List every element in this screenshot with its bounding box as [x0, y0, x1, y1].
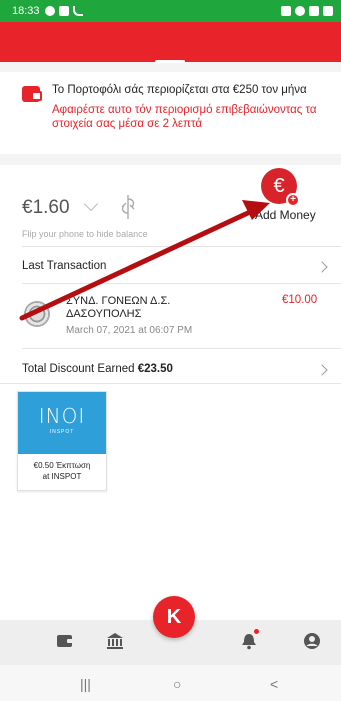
wifi-icon [295, 6, 305, 16]
home-button[interactable]: ○ [173, 676, 181, 692]
notification-icons [44, 6, 83, 16]
merchant-name-line2: ΔΑΣΟΥΠΟΛΗΣ [66, 308, 142, 320]
app-header [0, 22, 341, 63]
pay-button[interactable]: K [153, 596, 195, 638]
banner-warning[interactable]: Αφαιρέστε αυτο τόν περιορισμό επιβεβαιών… [52, 103, 337, 131]
banner-title: Το Πορτοφόλι σάς περιορίζεται στα €250 τ… [52, 84, 307, 96]
transaction-amount: €10.00 [282, 294, 318, 306]
add-money-button[interactable]: € + [261, 168, 300, 207]
discount-value: €23.50 [137, 363, 173, 375]
wallet-icon [22, 86, 42, 102]
coupon-line2: at INSPOT [42, 472, 82, 481]
total-discount-row[interactable]: Total Discount Earned €23.50 [22, 363, 173, 375]
bank-icon[interactable] [106, 632, 124, 650]
merchant-name-line1: ΣΥΝΔ. ΓΟΝΕΩΝ Δ.Σ. [66, 295, 171, 307]
divider [0, 383, 341, 384]
merchant-logo [24, 301, 50, 327]
back-button[interactable]: < [270, 676, 278, 692]
limit-banner[interactable]: Το Πορτοφόλι σάς περιορίζεται στα €250 τ… [0, 72, 341, 154]
flip-hint: Flip your phone to hide balance [22, 229, 148, 239]
add-money-label[interactable]: Add Money [255, 208, 316, 222]
divider [22, 348, 341, 349]
battery-icon [323, 6, 333, 16]
coupon-logo-text: INOI [38, 404, 86, 428]
bell-icon[interactable] [240, 632, 258, 650]
last-transaction-label[interactable]: Last Transaction [22, 260, 106, 272]
status-bar: 18:33 [0, 0, 341, 22]
mute-icon [281, 6, 291, 16]
page-indicator [155, 60, 185, 63]
android-nav-bar [0, 665, 341, 701]
signal-icon [309, 6, 319, 16]
coupon-brand: INSPOT [49, 429, 75, 435]
coupon-line1: €0.50 Έκπτωση [33, 461, 91, 470]
coupon-card[interactable]: INOI INSPOT €0.50 Έκπτωση at INSPOT [17, 391, 107, 491]
coupon-text: €0.50 Έκπτωση at INSPOT [18, 460, 106, 482]
phone-icon [72, 6, 83, 16]
divider [22, 246, 341, 247]
coupon-image: INOI INSPOT [18, 392, 106, 454]
status-bar-left: 18:33 [12, 5, 83, 17]
flip-phone-icon [121, 195, 135, 219]
profile-icon[interactable] [303, 632, 321, 650]
divider [22, 283, 341, 284]
plus-icon: + [286, 193, 300, 207]
status-time: 18:33 [12, 5, 40, 17]
wallet-icon[interactable] [56, 632, 74, 650]
notification-dot [254, 629, 259, 634]
recent-apps-button[interactable]: ||| [80, 676, 91, 692]
discount-label: Total Discount Earned [22, 363, 135, 375]
gallery-icon [58, 6, 69, 16]
euro-icon: € [273, 174, 285, 197]
balance-amount: €1.60 [22, 197, 70, 218]
system-status-icons [281, 6, 333, 16]
facebook-icon [44, 6, 55, 16]
transaction-date: March 07, 2021 at 06:07 PM [66, 325, 193, 336]
transaction-merchant[interactable]: ΣΥΝΔ. ΓΟΝΕΩΝ Δ.Σ. ΔΑΣΟΥΠΟΛΗΣ [66, 295, 246, 321]
